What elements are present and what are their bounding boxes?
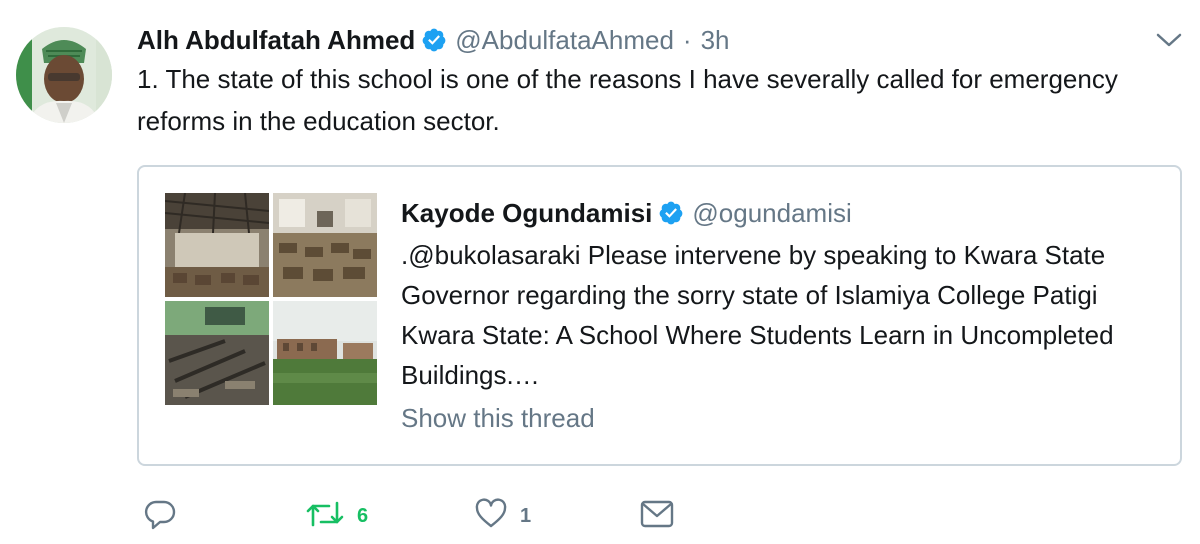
separator-dot: · [682,24,692,55]
envelope-icon [639,498,675,535]
retweet-button[interactable]: 6 [305,496,368,536]
media-thumbnail[interactable] [273,301,377,405]
author-avatar[interactable] [16,27,112,123]
media-thumbnail[interactable] [165,301,269,405]
retweet-icon [305,497,345,536]
author-name[interactable]: Alh Abdulfatah Ahmed [137,25,415,56]
quoted-tweet-card[interactable]: Kayode Ogundamisi @ogundamisi .@bukolasa… [137,165,1182,466]
quoted-media-grid[interactable] [165,193,377,405]
like-count: 1 [520,504,532,527]
media-thumbnail[interactable] [273,193,377,297]
quoted-tweet-header: Kayode Ogundamisi @ogundamisi [401,193,852,233]
tweet-text: 1. The state of this school is one of th… [137,64,1118,136]
quoted-author-name[interactable]: Kayode Ogundamisi [401,198,652,229]
like-button[interactable]: 1 [474,496,531,536]
reply-button[interactable] [143,496,177,536]
tweet-actions: 6 1 [137,496,737,536]
direct-message-button[interactable] [639,496,675,536]
verified-badge-icon [421,27,447,53]
show-thread-link[interactable]: Show this thread [401,403,595,434]
verified-badge-icon [658,200,684,226]
chevron-down-icon[interactable] [1152,28,1186,52]
reply-icon [143,497,177,536]
heart-icon [474,497,508,536]
retweet-count: 6 [357,504,369,527]
author-handle[interactable]: @AbdulfataAhmed [455,25,674,56]
media-thumbnail[interactable] [165,193,269,297]
quoted-tweet-text: .@bukolasaraki Please intervene by speak… [401,240,1114,390]
tweet-timestamp[interactable]: 3h [701,25,730,56]
quoted-author-handle[interactable]: @ogundamisi [692,198,851,229]
tweet: Alh Abdulfatah Ahmed @AbdulfataAhmed · 3… [0,0,1200,544]
tweet-header: Alh Abdulfatah Ahmed @AbdulfataAhmed · 3… [137,20,730,60]
